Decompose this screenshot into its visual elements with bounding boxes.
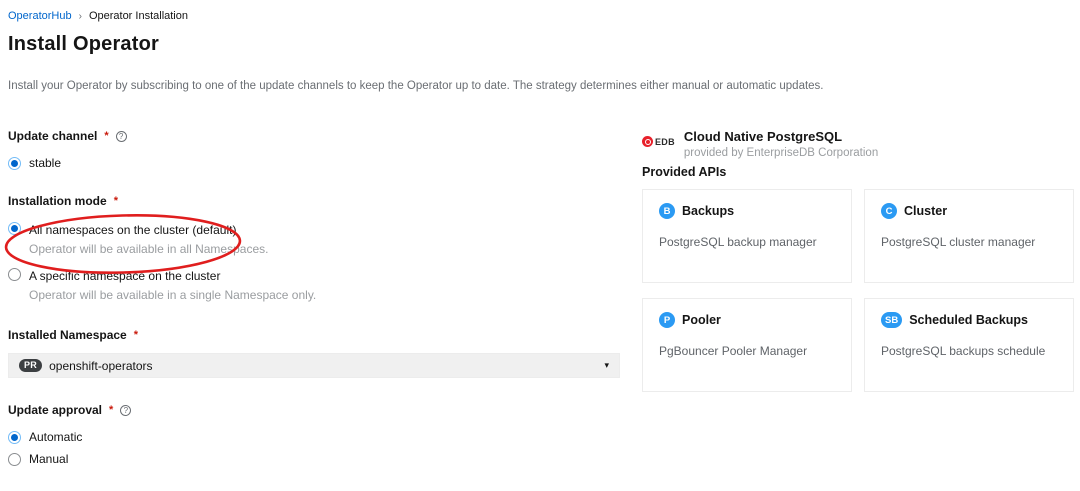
api-description: PostgreSQL backups schedule <box>881 344 1057 358</box>
installation-mode-label-text: Installation mode <box>8 194 107 208</box>
installation-mode-label: Installation mode * <box>8 194 620 208</box>
required-asterisk: * <box>114 195 118 207</box>
radio-approval-manual-label: Manual <box>29 452 68 467</box>
page-description: Install your Operator by subscribing to … <box>8 80 1072 92</box>
api-description: PostgreSQL backup manager <box>659 235 835 249</box>
required-asterisk: * <box>134 329 138 341</box>
api-badge: SB <box>881 312 902 328</box>
api-name: Backups <box>682 204 734 218</box>
edb-logo-text: EDB <box>655 137 675 147</box>
radio-mode-specific-helper: Operator will be available in a single N… <box>29 288 316 302</box>
operator-info-panel: EDB Cloud Native PostgreSQL provided by … <box>642 129 1074 491</box>
radio-button-icon[interactable] <box>8 222 21 235</box>
update-approval-help-icon[interactable]: ? <box>120 405 131 416</box>
operator-name: Cloud Native PostgreSQL <box>684 129 878 144</box>
api-card-backups: B Backups PostgreSQL backup manager <box>642 189 852 283</box>
caret-down-icon: ▾ <box>604 360 609 371</box>
update-approval-label: Update approval * ? <box>8 403 620 417</box>
install-form: Update channel * ? stable Installation mo… <box>8 129 620 491</box>
api-badge: B <box>659 203 675 219</box>
breadcrumb-link-operatorhub[interactable]: OperatorHub <box>8 10 72 22</box>
installed-namespace-dropdown[interactable]: PR openshift-operators ▾ <box>8 353 620 378</box>
radio-channel-stable[interactable]: stable <box>8 156 620 171</box>
section-update-approval: Update approval * ? Automatic Manual <box>8 403 620 467</box>
breadcrumb-current: Operator Installation <box>89 10 188 22</box>
required-asterisk: * <box>109 404 113 416</box>
section-installation-mode: Installation mode * All namespaces on the… <box>8 194 620 302</box>
radio-mode-all-label: All namespaces on the cluster (default) <box>29 223 236 237</box>
radio-button-icon[interactable] <box>8 431 21 444</box>
api-name: Scheduled Backups <box>909 313 1028 327</box>
page-title: Install Operator <box>8 33 1072 56</box>
update-channel-label: Update channel * ? <box>8 129 620 143</box>
installation-mode-options: All namespaces on the cluster (default) … <box>8 221 620 302</box>
api-card-pooler: P Pooler PgBouncer Pooler Manager <box>642 298 852 392</box>
api-badge: C <box>881 203 897 219</box>
installed-namespace-label-text: Installed Namespace <box>8 328 127 342</box>
operator-provider: provided by EnterpriseDB Corporation <box>684 147 878 159</box>
api-name: Cluster <box>904 204 947 218</box>
required-asterisk: * <box>104 130 108 142</box>
radio-mode-all-namespaces[interactable]: All namespaces on the cluster (default) … <box>8 221 620 256</box>
radio-button-icon[interactable] <box>8 157 21 170</box>
radio-mode-specific-namespace[interactable]: A specific namespace on the cluster Oper… <box>8 267 620 302</box>
radio-channel-stable-label: stable <box>29 156 61 171</box>
section-installed-namespace: Installed Namespace * PR openshift-operat… <box>8 328 620 378</box>
radio-approval-manual[interactable]: Manual <box>8 452 620 467</box>
operator-header: EDB Cloud Native PostgreSQL provided by … <box>642 129 1074 159</box>
provided-apis-grid: B Backups PostgreSQL backup manager C Cl… <box>642 189 1074 392</box>
api-card-scheduled-backups: SB Scheduled Backups PostgreSQL backups … <box>864 298 1074 392</box>
api-description: PgBouncer Pooler Manager <box>659 344 835 358</box>
radio-mode-specific-label: A specific namespace on the cluster <box>29 269 220 283</box>
edb-logo-icon <box>642 136 653 147</box>
update-channel-help-icon[interactable]: ? <box>116 131 127 142</box>
edb-logo: EDB <box>642 136 675 147</box>
api-card-cluster: C Cluster PostgreSQL cluster manager <box>864 189 1074 283</box>
api-badge: P <box>659 312 675 328</box>
installed-namespace-value: openshift-operators <box>49 359 152 373</box>
install-operator-page: OperatorHub › Operator Installation Inst… <box>0 0 1080 491</box>
update-channel-label-text: Update channel <box>8 129 97 143</box>
radio-approval-automatic[interactable]: Automatic <box>8 430 620 445</box>
radio-button-icon[interactable] <box>8 453 21 466</box>
provided-apis-label: Provided APIs <box>642 165 1074 179</box>
api-name: Pooler <box>682 313 721 327</box>
api-description: PostgreSQL cluster manager <box>881 235 1057 249</box>
project-badge: PR <box>19 359 42 372</box>
update-approval-label-text: Update approval <box>8 403 102 417</box>
breadcrumb-separator-icon: › <box>79 11 82 22</box>
radio-mode-all-helper: Operator will be available in all Namesp… <box>29 242 268 256</box>
section-update-channel: Update channel * ? stable <box>8 129 620 171</box>
installed-namespace-label: Installed Namespace * <box>8 328 620 342</box>
breadcrumb: OperatorHub › Operator Installation <box>8 10 1072 22</box>
radio-button-icon[interactable] <box>8 268 21 281</box>
radio-approval-automatic-label: Automatic <box>29 430 82 445</box>
